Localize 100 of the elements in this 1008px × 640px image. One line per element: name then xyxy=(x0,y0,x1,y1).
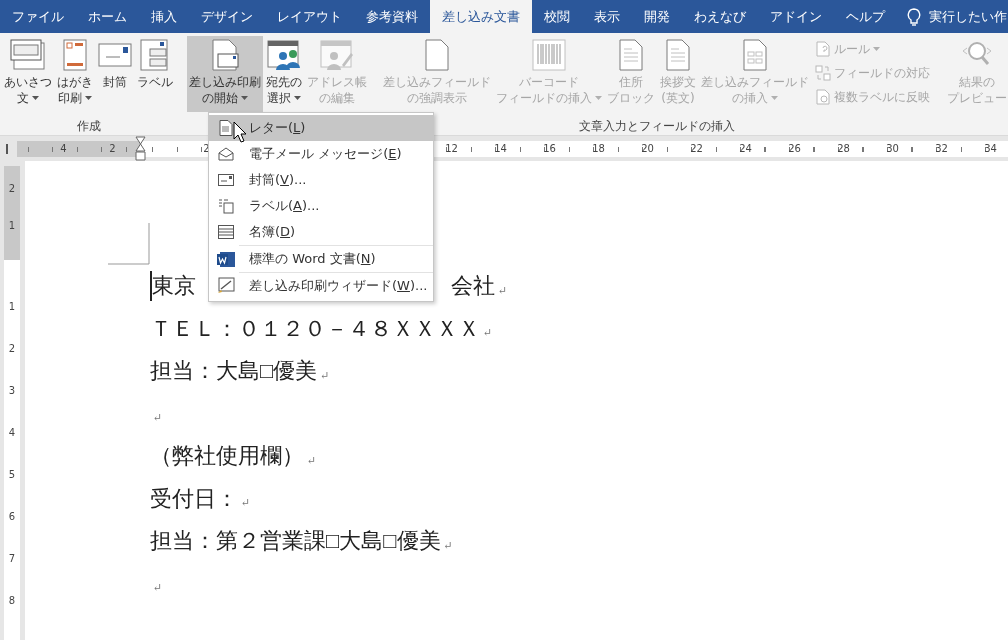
document-text: 東京 xyxy=(150,271,196,302)
ribbon-tab[interactable]: ファイル xyxy=(0,0,76,33)
menu-item[interactable]: 名簿(D) xyxy=(209,219,433,245)
ruler-number: 4 xyxy=(7,426,17,440)
document-text: （弊社使用欄） xyxy=(150,442,304,471)
menu-item[interactable]: 封筒(V)... xyxy=(209,167,433,193)
ruler-number: 1 xyxy=(7,300,17,314)
ruler-number: 16 xyxy=(542,141,557,156)
ribbon-tab[interactable]: ホーム xyxy=(76,0,139,33)
document-icon xyxy=(742,39,768,71)
paragraph-mark: ↵ xyxy=(307,453,317,467)
ruler-number: 3 xyxy=(7,384,17,398)
labels-icon xyxy=(218,198,234,214)
ruler-number: 1 xyxy=(7,219,17,233)
people-pencil-icon xyxy=(320,39,354,71)
indent-marker-icon[interactable] xyxy=(135,135,146,162)
ruler-number: 12 xyxy=(444,141,459,156)
group-label: 作成 xyxy=(75,118,102,135)
paragraph-mark: ↵ xyxy=(153,411,163,424)
ribbon-tab[interactable]: レイアウト xyxy=(265,0,354,33)
ruler-number: 8 xyxy=(7,594,17,608)
greeting-card-icon xyxy=(10,39,46,71)
ruler-number: 24 xyxy=(738,141,753,156)
caret-icon xyxy=(241,96,248,100)
labels-icon xyxy=(140,39,170,71)
list-icon xyxy=(218,225,234,239)
paragraph-mark: ↵ xyxy=(320,368,330,382)
lightbulb-icon xyxy=(907,7,921,26)
ribbon-button[interactable]: 差し込み印刷 の開始 xyxy=(187,36,263,112)
caret-icon xyxy=(294,96,301,100)
ribbon-button[interactable]: 封筒 xyxy=(96,36,134,112)
postcard-icon xyxy=(62,39,88,71)
document-text: ＴＥＬ：０１２０－４８ＸＸＸＸ xyxy=(150,314,480,343)
document-text: 会社 xyxy=(451,272,495,301)
document-icon xyxy=(665,39,691,71)
rule-icon xyxy=(815,41,831,57)
tell-me-field[interactable]: 実行したい作 xyxy=(929,0,1007,33)
ruler-number: 20 xyxy=(640,141,655,156)
ruler-number: 2 xyxy=(7,342,17,356)
document-icon xyxy=(618,39,644,71)
group-label: 文章入力とフィールドの挿入 xyxy=(578,118,736,135)
menu-item[interactable]: ラベル(A)... xyxy=(209,193,433,219)
ribbon-tab[interactable]: わえなび xyxy=(682,0,758,33)
ribbon-tab[interactable]: 開発 xyxy=(632,0,682,33)
ribbon-tab[interactable]: ヘルプ xyxy=(834,0,897,33)
paragraph-mark: ↵ xyxy=(498,283,508,297)
ruler-number: 18 xyxy=(591,141,606,156)
people-calendar-icon xyxy=(267,39,301,71)
envelope-icon xyxy=(98,43,132,67)
document-text: 担当：第２営業課□大島□優美 xyxy=(150,527,441,556)
caret-icon xyxy=(32,96,39,100)
caret-icon xyxy=(771,96,778,100)
envelope-icon xyxy=(218,174,234,186)
ribbon-tab[interactable]: 表示 xyxy=(582,0,632,33)
mouse-pointer-icon xyxy=(233,121,247,143)
menu-item[interactable]: レター(L) xyxy=(209,115,433,141)
caret-icon xyxy=(595,96,602,100)
ruler-number: 14 xyxy=(493,141,508,156)
document-icon xyxy=(219,120,233,136)
ribbon-tab[interactable]: デザイン xyxy=(189,0,265,33)
envelope-icon xyxy=(218,147,234,161)
ruler-number: 32 xyxy=(934,141,949,156)
ribbon-button[interactable]: 宛先の 選択 xyxy=(264,36,304,112)
ruler-number: 26 xyxy=(787,141,802,156)
document-text: 担当：大島□優美 xyxy=(150,357,318,386)
ruler-number: 28 xyxy=(836,141,851,156)
ribbon-tab[interactable]: 挿入 xyxy=(139,0,189,33)
document-icon xyxy=(424,39,450,71)
word-icon xyxy=(217,250,235,268)
paragraph-mark: ↵ xyxy=(443,538,453,552)
menu-item[interactable]: 差し込み印刷ウィザード(W)... xyxy=(209,273,433,299)
match-fields-icon xyxy=(815,65,831,81)
caret-icon xyxy=(85,96,92,100)
paragraph-mark: ↵ xyxy=(241,496,251,509)
wizard-icon xyxy=(217,277,235,295)
crop-mark-icon xyxy=(108,223,150,265)
ribbon-tab[interactable]: 校閲 xyxy=(532,0,582,33)
update-labels-icon xyxy=(815,89,831,105)
ruler-number: 7 xyxy=(7,552,17,566)
ruler-number: 30 xyxy=(885,141,900,156)
ruler-number: 4 xyxy=(59,141,68,156)
document-envelope-icon xyxy=(209,39,241,71)
ruler-number: 2 xyxy=(7,182,17,196)
paragraph-mark: ↵ xyxy=(483,326,493,339)
ruler-number: 6 xyxy=(7,510,17,524)
document-text: 受付日： xyxy=(150,484,238,513)
ribbon-tab[interactable]: 参考資料 xyxy=(354,0,430,33)
ribbon-button[interactable]: ラベル xyxy=(135,36,175,112)
caret-icon xyxy=(873,47,880,51)
ruler-number: 5 xyxy=(7,468,17,482)
ruler-number: 2 xyxy=(108,141,117,156)
barcode-icon xyxy=(532,39,566,71)
ribbon-button[interactable]: あいさつ 文 xyxy=(2,36,54,112)
menu-item[interactable]: 電子メール メッセージ(E) xyxy=(209,141,433,167)
ribbon-tab[interactable]: 差し込み文書 xyxy=(430,0,532,33)
paragraph-mark: ↵ xyxy=(153,581,163,594)
ribbon-button[interactable]: はがき 印刷 xyxy=(55,36,95,112)
ruler-number: 34 xyxy=(983,141,998,156)
menu-item[interactable]: 標準の Word 文書(N) xyxy=(209,246,433,272)
ribbon-tab[interactable]: アドイン xyxy=(758,0,834,33)
